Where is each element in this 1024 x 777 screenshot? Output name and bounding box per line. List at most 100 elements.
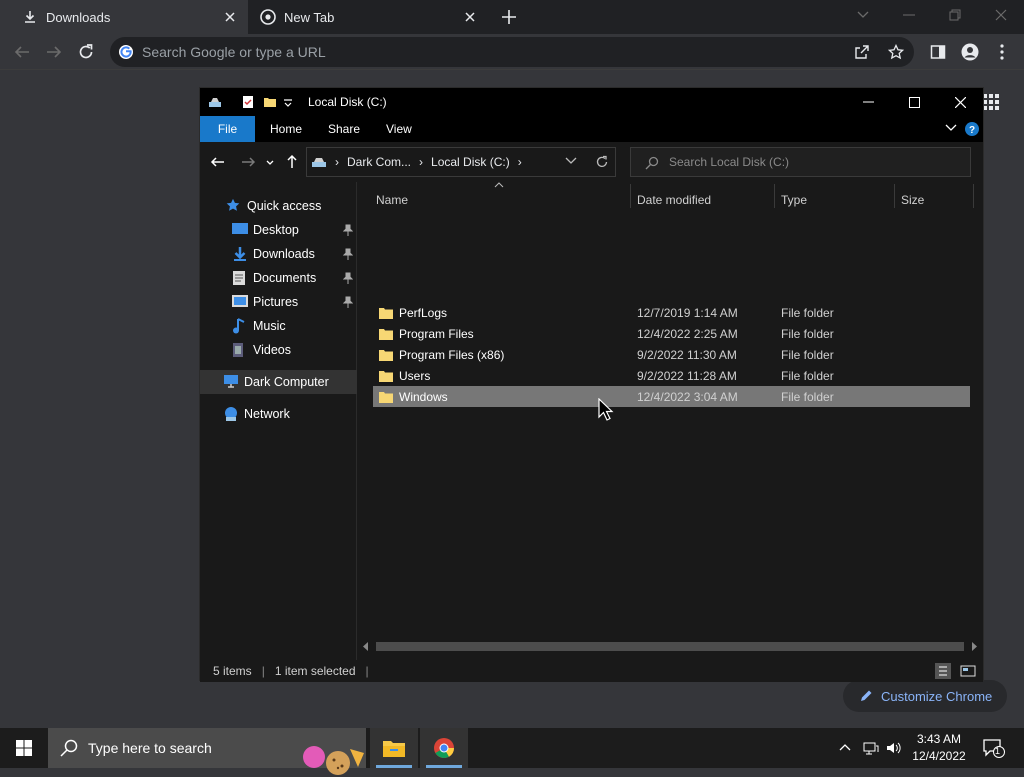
taskbar-chrome[interactable]	[420, 728, 468, 768]
new-folder-icon[interactable]	[263, 95, 277, 109]
network-status-icon[interactable]	[863, 740, 879, 756]
taskbar-search-box[interactable]: Type here to search	[48, 728, 366, 775]
back-arrow-icon[interactable]	[12, 42, 32, 62]
details-view-icon[interactable]	[935, 663, 951, 679]
apps-grid-icon[interactable]	[983, 94, 999, 110]
forward-arrow-icon[interactable]	[44, 42, 64, 62]
minimize-icon[interactable]	[845, 88, 891, 116]
customize-chrome-button[interactable]: Customize Chrome	[843, 680, 1007, 712]
item-count: 5 items	[213, 664, 252, 678]
column-separator[interactable]	[630, 184, 631, 208]
column-header-size[interactable]: Size	[901, 190, 924, 210]
ribbon-expand-chevron-icon[interactable]	[945, 124, 957, 132]
ribbon-tabs: File Home Share View ?	[200, 116, 983, 142]
quick-access-toolbar-dropdown-icon[interactable]	[283, 95, 297, 109]
table-row[interactable]: PerfLogs 12/7/2019 1:14 AM File folder	[373, 302, 970, 323]
back-arrow-icon[interactable]	[210, 154, 226, 170]
nav-item-videos[interactable]: Videos	[200, 338, 357, 362]
nav-item-desktop[interactable]: Desktop	[200, 218, 357, 242]
file-date: 9/2/2022 11:30 AM	[637, 347, 737, 362]
folder-icon	[379, 328, 393, 340]
file-name: Users	[399, 368, 431, 383]
forward-arrow-icon[interactable]	[240, 154, 256, 170]
bookmark-star-icon[interactable]	[888, 44, 904, 60]
browser-window-controls	[840, 0, 1024, 34]
nav-item-pictures[interactable]: Pictures	[200, 290, 357, 314]
nav-item-documents[interactable]: Documents	[200, 266, 357, 290]
tab-search-chevron-icon[interactable]	[840, 0, 886, 30]
show-hidden-icons-chevron-icon[interactable]	[838, 740, 854, 756]
scroll-right-icon[interactable]	[970, 642, 978, 651]
nav-network[interactable]: Network	[200, 402, 357, 426]
table-row[interactable]: Users 9/2/2022 11:28 AM File folder	[373, 365, 970, 386]
nav-label: Videos	[253, 343, 291, 357]
address-bar[interactable]: › Dark Com... › Local Disk (C:) ›	[306, 147, 616, 177]
pin-icon	[343, 272, 353, 284]
maximize-icon[interactable]	[891, 88, 937, 116]
up-arrow-icon[interactable]	[284, 154, 300, 170]
kebab-menu-icon[interactable]	[992, 42, 1012, 62]
address-dropdown-chevron-icon[interactable]	[565, 157, 577, 165]
properties-icon[interactable]	[241, 95, 255, 109]
breadcrumb-item[interactable]: Local Disk (C:)	[431, 155, 510, 169]
ribbon-tab-share[interactable]: Share	[314, 116, 374, 142]
table-row[interactable]: Program Files 12/4/2022 2:25 AM File fol…	[373, 323, 970, 344]
file-explorer-icon	[383, 741, 405, 757]
videos-icon	[232, 342, 248, 358]
restore-icon[interactable]	[932, 0, 978, 30]
omnibox[interactable]: Search Google or type a URL	[110, 37, 914, 67]
side-panel-icon[interactable]	[928, 42, 948, 62]
nav-this-pc[interactable]: Dark Computer	[200, 370, 357, 394]
scroll-left-icon[interactable]	[362, 642, 370, 651]
close-icon[interactable]	[222, 9, 238, 25]
large-icons-view-icon[interactable]	[960, 663, 976, 679]
column-header-type[interactable]: Type	[781, 190, 807, 210]
new-tab-plus-icon[interactable]	[500, 8, 518, 26]
column-separator[interactable]	[973, 184, 974, 208]
recent-locations-chevron-icon[interactable]	[265, 154, 281, 170]
column-header-name[interactable]: Name	[376, 190, 408, 210]
close-icon[interactable]	[937, 88, 983, 116]
column-header-date-modified[interactable]: Date modified	[637, 190, 711, 210]
taskbar-file-explorer[interactable]	[370, 728, 418, 768]
nav-label: Network	[244, 407, 290, 421]
tab-new-tab[interactable]: New Tab	[248, 0, 488, 34]
nav-quick-access[interactable]: Quick access	[200, 194, 357, 218]
nav-label: Documents	[253, 271, 317, 285]
table-row[interactable]: Program Files (x86) 9/2/2022 11:30 AM Fi…	[373, 344, 970, 365]
ribbon-tab-home[interactable]: Home	[256, 116, 316, 142]
refresh-icon[interactable]	[595, 155, 609, 169]
file-type: File folder	[781, 326, 834, 341]
ribbon-tab-file[interactable]: File	[200, 116, 255, 142]
breadcrumb-item[interactable]: Dark Com...	[347, 155, 411, 169]
nav-label: Quick access	[247, 199, 322, 213]
ribbon-tab-view[interactable]: View	[372, 116, 426, 142]
status-bar: 5 items | 1 item selected |	[200, 660, 983, 682]
reload-icon[interactable]	[76, 42, 96, 62]
minimize-icon[interactable]	[886, 0, 932, 30]
pictures-icon	[232, 294, 248, 310]
column-separator[interactable]	[774, 184, 775, 208]
windows-start-icon[interactable]	[0, 728, 48, 768]
horizontal-scrollbar[interactable]	[358, 638, 983, 655]
nav-label: Dark Computer	[244, 375, 329, 389]
help-icon[interactable]: ?	[965, 122, 979, 136]
profile-avatar-icon[interactable]	[960, 42, 980, 62]
taskbar-clock[interactable]: 3:43 AM 12/4/2022	[900, 731, 978, 765]
share-icon[interactable]	[854, 44, 870, 60]
nav-item-music[interactable]: Music	[200, 314, 357, 338]
file-date: 9/2/2022 11:28 AM	[637, 368, 737, 383]
notifications-icon[interactable]: 1	[982, 738, 1006, 758]
computer-icon	[223, 374, 239, 390]
close-icon[interactable]	[978, 0, 1024, 30]
table-row-selected[interactable]: Windows 12/4/2022 3:04 AM File folder	[373, 386, 970, 407]
scrollbar-thumb[interactable]	[376, 642, 964, 651]
sort-ascending-icon	[494, 182, 504, 188]
file-date: 12/4/2022 3:04 AM	[637, 389, 738, 404]
nav-item-downloads[interactable]: Downloads	[200, 242, 357, 266]
column-separator[interactable]	[894, 184, 895, 208]
tab-downloads[interactable]: Downloads	[0, 0, 248, 34]
search-field[interactable]: Search Local Disk (C:)	[630, 147, 971, 177]
close-icon[interactable]	[462, 9, 478, 25]
tab-label: New Tab	[284, 9, 335, 25]
